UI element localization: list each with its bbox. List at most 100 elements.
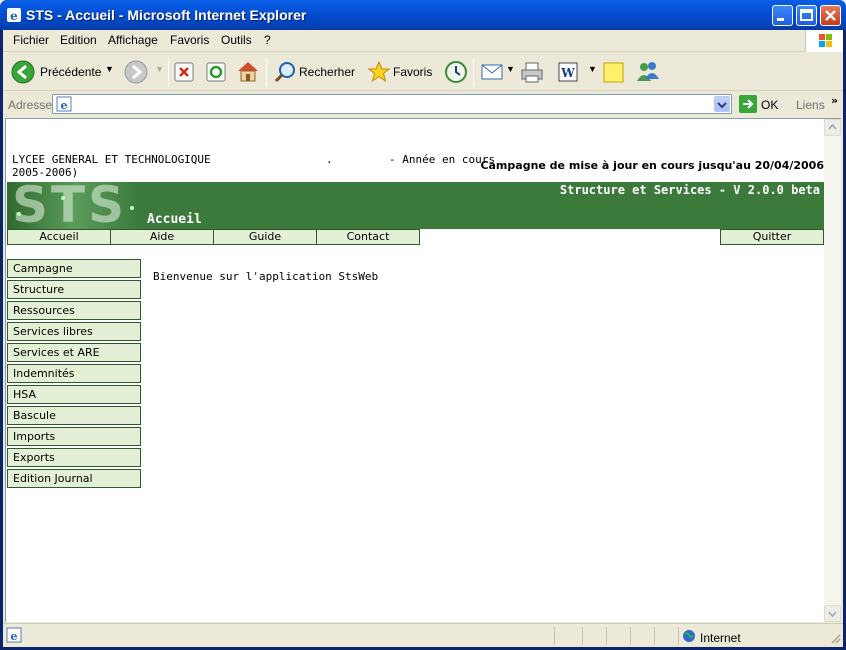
- chevron-up-icon: [828, 123, 837, 130]
- svg-text:e: e: [11, 630, 18, 643]
- address-input[interactable]: e: [52, 94, 732, 114]
- menu-affichage[interactable]: Affichage: [108, 33, 158, 47]
- logo-dot: [130, 206, 134, 210]
- refresh-icon[interactable]: [206, 62, 226, 82]
- school-name: LYCEE GENERAL ET TECHNOLOGIQUE: [12, 153, 211, 166]
- campaign-notice: Campagne de mise à jour en cours jusqu'a…: [480, 159, 824, 172]
- vertical-scrollbar[interactable]: [824, 118, 841, 622]
- back-arrow-icon[interactable]: [11, 60, 35, 84]
- go-arrow-icon: [739, 95, 757, 113]
- maximize-icon: [800, 9, 813, 21]
- resize-grip-icon[interactable]: [829, 632, 841, 644]
- home-icon[interactable]: [235, 59, 261, 83]
- go-label: OK: [761, 98, 779, 112]
- mail-icon[interactable]: [480, 62, 506, 82]
- sts-logo: STS: [7, 182, 141, 229]
- discuss-note-icon[interactable]: [602, 61, 626, 85]
- word-edit-icon[interactable]: W: [557, 61, 579, 83]
- side-nav-bascule[interactable]: Bascule: [7, 406, 141, 425]
- favorites-button[interactable]: Favoris: [393, 65, 432, 79]
- security-zone: Internet: [700, 631, 741, 645]
- search-button[interactable]: Recherher: [299, 65, 355, 79]
- svg-text:e: e: [10, 9, 18, 23]
- menu-outils[interactable]: Outils: [221, 33, 252, 47]
- chevron-down-icon: [717, 102, 727, 109]
- menu-help[interactable]: ?: [264, 33, 271, 47]
- maximize-button[interactable]: [796, 5, 817, 26]
- side-nav-indemnites[interactable]: Indemnités: [7, 364, 141, 383]
- logo-dot: [17, 212, 21, 216]
- print-icon[interactable]: [519, 60, 545, 84]
- side-nav-campagne[interactable]: Campagne: [7, 259, 141, 278]
- back-button[interactable]: Précédente: [40, 65, 101, 79]
- app-banner: STS Structure et Services - V 2.0.0 beta…: [7, 182, 824, 229]
- side-nav-services-are[interactable]: Services et ARE: [7, 343, 141, 362]
- page-status-icon: e: [6, 627, 22, 643]
- toolbar-separator: [168, 59, 169, 87]
- svg-text:W: W: [560, 66, 575, 80]
- side-nav-services-libres[interactable]: Services libres: [7, 322, 141, 341]
- globe-icon: [683, 630, 695, 642]
- history-icon[interactable]: [443, 59, 469, 85]
- nav-contact[interactable]: Contact: [316, 229, 420, 245]
- favorites-star-icon[interactable]: [367, 60, 391, 84]
- nav-aide[interactable]: Aide: [110, 229, 214, 245]
- browser-window: e STS - Accueil - Microsoft Internet Exp…: [0, 0, 846, 650]
- ie-icon: e: [7, 8, 21, 23]
- menu-bar: Fichier Edition Affichage Favoris Outils…: [3, 30, 843, 52]
- status-bar: e Internet: [3, 623, 843, 647]
- minimize-button[interactable]: [772, 5, 793, 26]
- links-button[interactable]: Liens: [796, 98, 825, 112]
- year-label: - Année en cours: [389, 153, 495, 166]
- forward-dropdown-icon[interactable]: ▼: [155, 64, 164, 74]
- links-chevron-icon[interactable]: »: [831, 94, 838, 107]
- close-icon: [825, 10, 836, 21]
- browser-frame: Fichier Edition Affichage Favoris Outils…: [3, 30, 843, 647]
- nav-accueil[interactable]: Accueil: [7, 229, 111, 245]
- stop-icon[interactable]: [174, 62, 194, 82]
- window-title: STS - Accueil - Microsoft Internet Explo…: [26, 7, 307, 23]
- app-title: Structure et Services - V 2.0.0 beta: [559, 183, 820, 197]
- side-nav-imports[interactable]: Imports: [7, 427, 141, 446]
- back-dropdown-icon[interactable]: ▼: [105, 64, 114, 74]
- welcome-message: Bienvenue sur l'application StsWeb: [153, 270, 379, 283]
- windows-logo: [805, 30, 843, 52]
- svg-text:e: e: [61, 99, 68, 112]
- messenger-icon[interactable]: [634, 59, 662, 85]
- status-cell: [582, 627, 606, 645]
- menu-favoris[interactable]: Favoris: [170, 33, 209, 47]
- current-page-title: Accueil: [147, 212, 202, 227]
- menu-fichier[interactable]: Fichier: [13, 33, 49, 47]
- close-button[interactable]: [820, 5, 841, 26]
- web-page: LYCEE GENERAL ET TECHNOLOGIQUE . - Année…: [5, 118, 824, 622]
- windows-flag-icon: [819, 34, 832, 47]
- status-cell: [606, 627, 630, 645]
- side-nav-edition-journal[interactable]: Edition Journal: [7, 469, 141, 488]
- menu-edition[interactable]: Edition: [60, 33, 97, 47]
- sts-logo-text: STS: [12, 182, 128, 229]
- side-nav-structure[interactable]: Structure: [7, 280, 141, 299]
- standard-toolbar: Précédente ▼ ▼ Recherher Favoris ▼ W ▼: [3, 53, 843, 91]
- school-separator: .: [326, 153, 333, 166]
- search-icon[interactable]: [273, 60, 297, 84]
- scroll-up-button[interactable]: [824, 119, 841, 136]
- logo-dot: [61, 196, 65, 200]
- side-nav-exports[interactable]: Exports: [7, 448, 141, 467]
- chevron-down-icon: [828, 611, 837, 618]
- mail-dropdown-icon[interactable]: ▼: [506, 64, 515, 74]
- nav-quitter[interactable]: Quitter: [720, 229, 824, 245]
- address-dropdown[interactable]: [714, 96, 730, 112]
- toolbar-separator: [266, 59, 267, 87]
- side-nav-ressources[interactable]: Ressources: [7, 301, 141, 320]
- edit-dropdown-icon[interactable]: ▼: [588, 64, 597, 74]
- address-bar: Adresse e OK Liens »: [3, 92, 843, 116]
- school-year: 2005-2006): [12, 166, 79, 179]
- forward-arrow-icon[interactable]: [124, 60, 148, 84]
- address-label: Adresse: [8, 98, 53, 112]
- title-bar[interactable]: e STS - Accueil - Microsoft Internet Exp…: [0, 0, 846, 30]
- scroll-down-button[interactable]: [824, 605, 841, 622]
- side-nav-hsa[interactable]: HSA: [7, 385, 141, 404]
- status-cell: [630, 627, 654, 645]
- minimize-icon: [777, 18, 784, 21]
- nav-guide[interactable]: Guide: [213, 229, 317, 245]
